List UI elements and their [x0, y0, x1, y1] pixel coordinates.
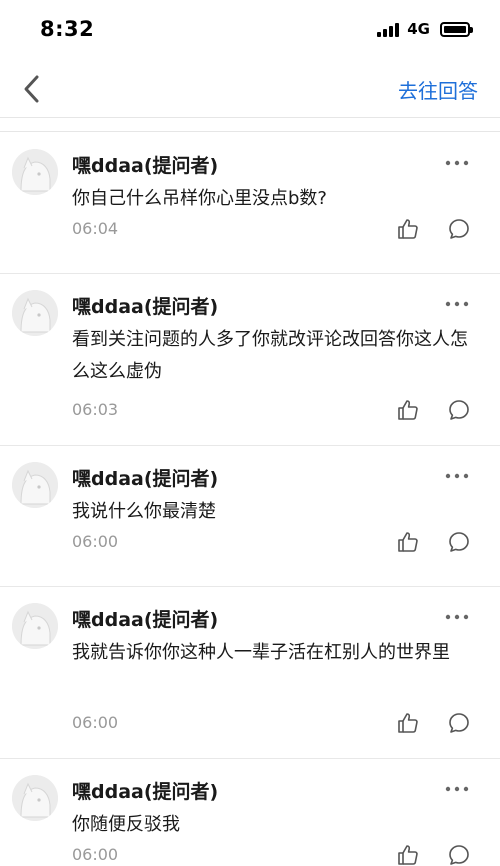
default-avatar-icon [12, 462, 58, 508]
comment-bubble-icon [449, 845, 469, 865]
comment-item: 嘿ddaa(提问者) 看到关注问题的人多了你就改评论改回答你这人怎么这么虚伪 0… [0, 274, 500, 446]
more-dots-icon [445, 614, 469, 620]
comment-item: 嘿ddaa(提问者) 你自己什么吊样你心里没点b数? 06:04 [0, 133, 500, 274]
comment-content: 你自己什么吊样你心里没点b数? [72, 188, 327, 209]
thumb-up-icon [398, 400, 418, 420]
comment-author[interactable]: 嘿ddaa(提问者) [72, 292, 218, 319]
status-time: 8:32 [40, 17, 95, 41]
comment-content: 我就告诉你你这种人一辈子活在杠别人的世界里 [72, 642, 450, 663]
reply-button[interactable] [448, 399, 470, 421]
comment-item: 嘿ddaa(提问者) 我说什么你最清楚 06:00 [0, 446, 500, 587]
thumb-up-icon [398, 713, 418, 733]
more-dots-icon [445, 160, 469, 166]
like-button[interactable] [396, 711, 420, 735]
comment-bubble-icon [449, 532, 469, 552]
comment-content: 我说什么你最清楚 [72, 501, 216, 522]
more-button[interactable] [444, 466, 470, 486]
comment-author[interactable]: 嘿ddaa(提问者) [72, 605, 218, 632]
like-button[interactable] [396, 398, 420, 422]
nav-bar: 去往回答 [0, 60, 500, 118]
signal-icon [377, 22, 400, 37]
reply-button[interactable] [448, 712, 470, 734]
status-bar: 8:32 4G [0, 0, 500, 60]
avatar[interactable] [12, 290, 58, 336]
battery-icon [440, 21, 473, 37]
more-button[interactable] [444, 779, 470, 799]
status-indicators: 4G [377, 20, 473, 38]
more-dots-icon [445, 473, 469, 479]
back-button[interactable] [18, 72, 48, 106]
avatar[interactable] [12, 775, 58, 821]
comment-time: 06:03 [72, 400, 119, 419]
comment-author[interactable]: 嘿ddaa(提问者) [72, 777, 218, 804]
divider [0, 131, 500, 132]
comment-bubble-icon [449, 400, 469, 420]
like-button[interactable] [396, 217, 420, 241]
avatar[interactable] [12, 149, 58, 195]
chevron-left-icon [24, 75, 39, 103]
default-avatar-icon [12, 603, 58, 649]
comment-time: 06:00 [72, 532, 119, 551]
reply-button[interactable] [448, 218, 470, 240]
comment-time: 06:04 [72, 219, 119, 238]
like-button[interactable] [396, 843, 420, 866]
thumb-up-icon [398, 845, 418, 865]
more-button[interactable] [444, 294, 470, 314]
reply-button[interactable] [448, 531, 470, 553]
goto-answer-link[interactable]: 去往回答 [398, 75, 478, 104]
comment-content: 你随便反驳我 [72, 814, 180, 835]
comment-author[interactable]: 嘿ddaa(提问者) [72, 151, 218, 178]
comment-time: 06:00 [72, 845, 119, 864]
comment-content: 看到关注问题的人多了你就改评论改回答你这人怎么这么虚伪 [72, 329, 468, 382]
default-avatar-icon [12, 149, 58, 195]
like-button[interactable] [396, 530, 420, 554]
network-type: 4G [407, 20, 430, 38]
comment-item: 嘿ddaa(提问者) 我就告诉你你这种人一辈子活在杠别人的世界里 06:00 [0, 587, 500, 759]
more-dots-icon [445, 786, 469, 792]
avatar[interactable] [12, 462, 58, 508]
thumb-up-icon [398, 532, 418, 552]
more-button[interactable] [444, 153, 470, 173]
thumb-up-icon [398, 219, 418, 239]
comment-time: 06:00 [72, 713, 119, 732]
avatar[interactable] [12, 603, 58, 649]
default-avatar-icon [12, 775, 58, 821]
comment-bubble-icon [449, 219, 469, 239]
comment-author[interactable]: 嘿ddaa(提问者) [72, 464, 218, 491]
default-avatar-icon [12, 290, 58, 336]
comment-bubble-icon [449, 713, 469, 733]
more-dots-icon [445, 301, 469, 307]
reply-button[interactable] [448, 844, 470, 866]
more-button[interactable] [444, 607, 470, 627]
comment-item: 嘿ddaa(提问者) 你随便反驳我 06:00 [0, 759, 500, 866]
